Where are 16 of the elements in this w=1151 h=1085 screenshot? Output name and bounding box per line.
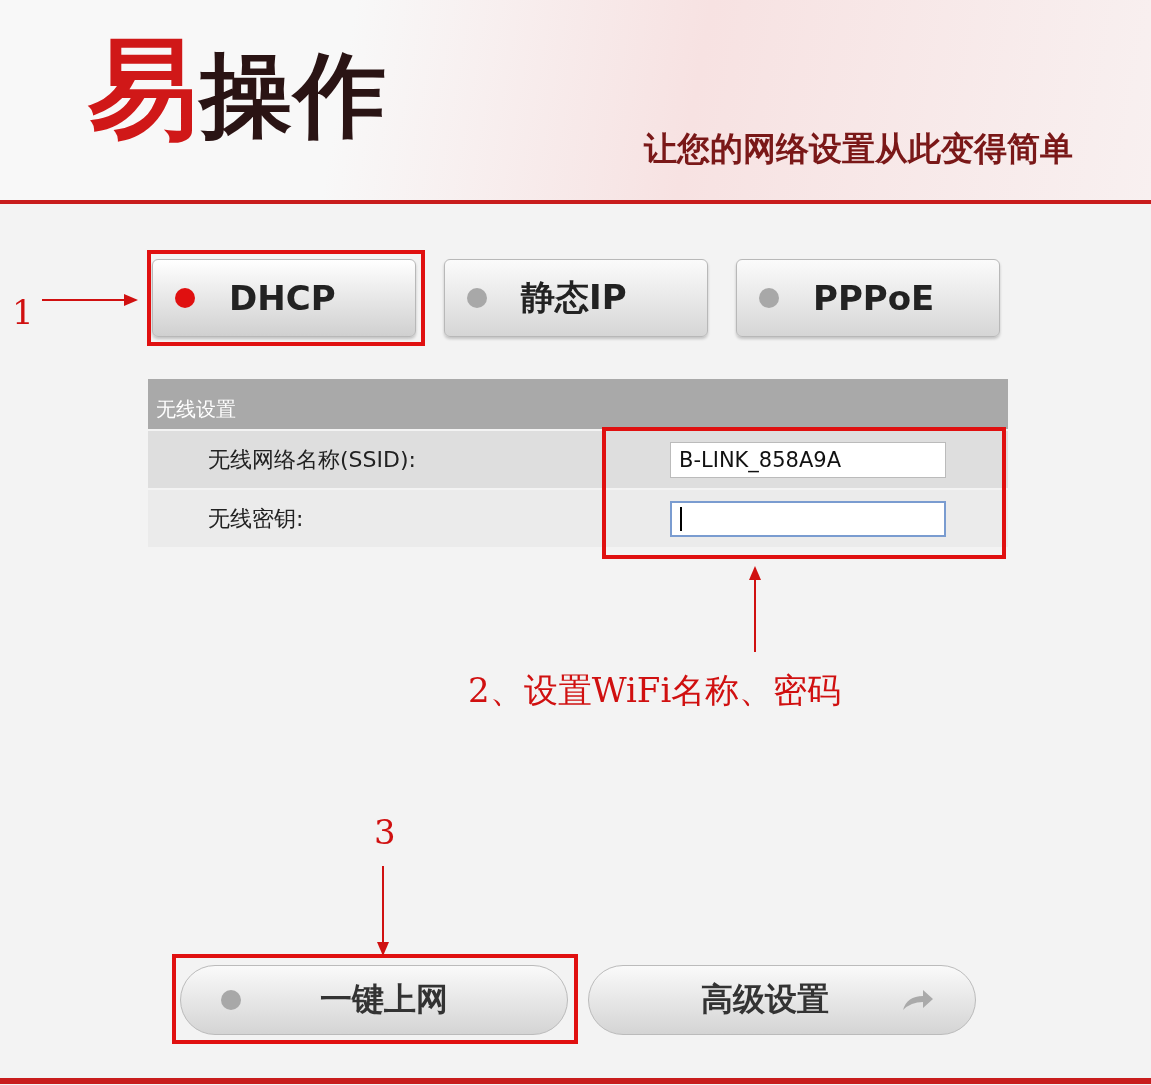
section-title: 无线设置 [148,379,1008,429]
step-number: 3 [374,812,396,852]
logo: 易操作 [88,23,388,155]
slogan: 让您的网络设置从此变得简单 [644,127,1073,170]
field-label: 无线密钥: [207,504,305,533]
step-note: 2、设置WiFi名称、密码 [468,669,842,712]
action-button[interactable]: 高级设置 [588,965,976,1035]
mode-button[interactable]: 静态IP [444,259,708,337]
input-field[interactable]: B-LINK_858A9A [670,441,946,478]
step-number: 1 [12,292,34,332]
input-field[interactable] [670,500,946,537]
mode-button[interactable]: DHCP [152,259,416,337]
mode-button[interactable]: PPPoE [736,259,1000,337]
arrow-icon [901,988,935,1012]
action-button[interactable]: 一键上网 [180,965,568,1035]
field-label: 无线网络名称(SSID): [207,445,417,474]
